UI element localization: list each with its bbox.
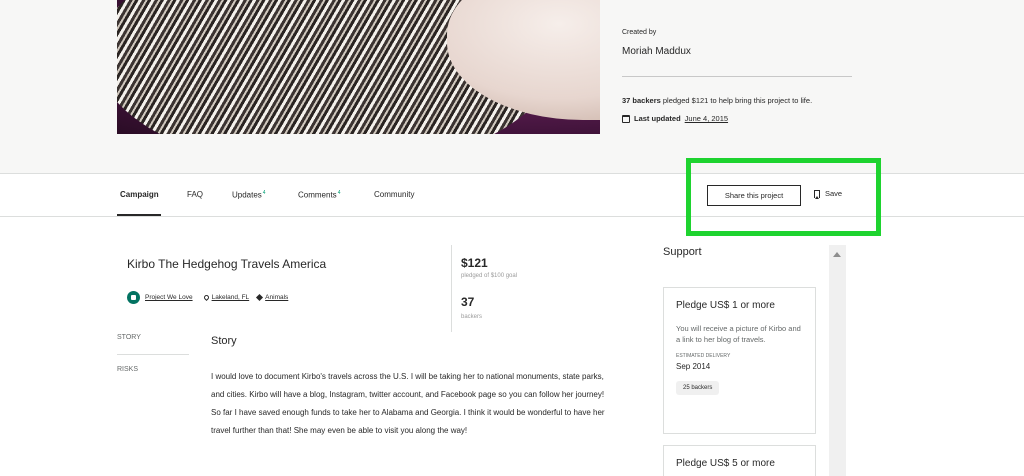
backers-summary-text: pledged $121 to help bring this project …: [660, 96, 813, 105]
location-pin-icon: [202, 293, 210, 302]
tab-community[interactable]: Community: [374, 190, 414, 199]
story-body: I would love to document Kirbo's travels…: [211, 372, 605, 435]
divider: [622, 76, 852, 77]
reward-card[interactable]: Pledge US$ 1 or more You will receive a …: [663, 287, 816, 434]
tab-campaign[interactable]: Campaign: [120, 190, 159, 199]
tab-campaign-label: Campaign: [120, 190, 159, 199]
backers-summary: 37 backers pledged $121 to help bring th…: [622, 96, 812, 105]
tab-faq[interactable]: FAQ: [187, 190, 203, 199]
project-hero: Created by Moriah Maddux 37 backers pled…: [0, 0, 1024, 174]
last-updated-label: Last updated: [634, 114, 681, 123]
story-heading: Story: [211, 335, 237, 347]
reward-title: Pledge US$ 1 or more: [676, 300, 775, 311]
backers-label: backers: [461, 314, 483, 320]
tab-comments[interactable]: Comments4: [298, 190, 340, 200]
backers-count: 37: [461, 295, 475, 309]
rewards-scrollbar[interactable]: [829, 245, 846, 476]
tab-community-label: Community: [374, 190, 415, 199]
reward-backers-badge: 25 backers: [676, 381, 720, 395]
tag-icon: [256, 293, 264, 302]
stats-divider: [451, 245, 452, 332]
toc-story-link[interactable]: STORY: [117, 334, 141, 341]
backers-summary-count: 37 backers: [622, 96, 661, 105]
tab-updates-label: Updates: [232, 190, 262, 200]
pledged-amount: $121: [461, 256, 488, 270]
category-link[interactable]: Animals: [265, 294, 288, 301]
last-updated-date[interactable]: June 4, 2015: [685, 114, 728, 123]
calendar-icon: [622, 114, 630, 123]
tab-faq-label: FAQ: [187, 190, 204, 199]
highlight-annotation: [686, 158, 881, 236]
reward-delivery-label: ESTIMATED DELIVERY: [676, 353, 731, 359]
reward-delivery-date: Sep 2014: [676, 362, 711, 371]
project-we-love-icon: [127, 291, 140, 304]
reward-card[interactable]: Pledge US$ 5 or more: [663, 445, 816, 476]
last-updated: Last updated June 4, 2015: [622, 114, 728, 123]
location-link[interactable]: Lakeland, FL: [212, 294, 250, 301]
tab-comments-count: 4: [337, 190, 341, 196]
tab-comments-label: Comments: [298, 190, 337, 200]
project-image[interactable]: [117, 0, 600, 134]
creator-name[interactable]: Moriah Maddux: [622, 46, 691, 57]
pledged-label: pledged of $100 goal: [461, 273, 518, 279]
project-we-love-link[interactable]: Project We Love: [145, 294, 193, 301]
reward-description: You will receive a picture of Kirbo and …: [676, 324, 801, 344]
tab-updates-count: 4: [262, 190, 266, 196]
tab-updates[interactable]: Updates4: [232, 190, 266, 200]
support-heading: Support: [663, 246, 702, 258]
active-tab-indicator: [117, 214, 161, 216]
project-meta: Project We Love Lakeland, FL Animals: [127, 291, 288, 304]
divider: [117, 354, 189, 355]
reward-title: Pledge US$ 5 or more: [676, 458, 775, 469]
scroll-up-arrow-icon[interactable]: [833, 252, 841, 257]
toc-risks-link[interactable]: RISKS: [117, 366, 138, 373]
created-by-label: Created by: [622, 29, 657, 36]
project-title: Kirbo The Hedgehog Travels America: [127, 257, 327, 271]
